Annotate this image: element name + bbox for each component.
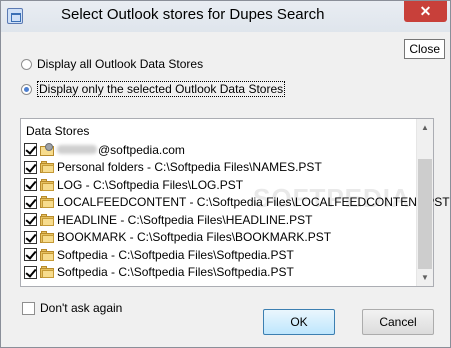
redacted-username xyxy=(57,145,97,155)
store-checkbox[interactable] xyxy=(24,213,37,227)
scroll-up-icon[interactable]: ▲ xyxy=(417,119,433,136)
folder-icon xyxy=(40,213,55,226)
close-button[interactable]: ✕ xyxy=(404,1,447,22)
data-stores-list: Data Stores SOFTPEDIA @softpedia.com Pers… xyxy=(20,118,450,287)
list-scrollbar[interactable]: ▲ ▼ xyxy=(416,119,433,286)
store-label[interactable]: Softpedia - C:\Softpedia Files\Softpedia… xyxy=(57,248,294,262)
store-list: @softpedia.com Personal folders - C:\Soft… xyxy=(24,141,450,282)
store-checkbox[interactable] xyxy=(24,230,37,244)
store-row[interactable]: BOOKMARK - C:\Softpedia Files\BOOKMARK.P… xyxy=(24,229,417,247)
store-row[interactable]: @softpedia.com xyxy=(24,141,417,159)
store-checkbox[interactable] xyxy=(24,160,37,174)
ok-button[interactable]: OK xyxy=(263,309,335,335)
folder-icon xyxy=(40,248,55,261)
store-checkbox[interactable] xyxy=(24,178,37,192)
app-icon xyxy=(7,8,23,24)
store-row[interactable]: Softpedia - C:\Softpedia Files\Softpedia… xyxy=(24,264,417,282)
store-label[interactable]: LOG - C:\Softpedia Files\LOG.PST xyxy=(57,178,243,192)
radio-selected-stores-label[interactable]: Display only the selected Outlook Data S… xyxy=(37,81,286,97)
store-label[interactable]: LOCALFEEDCONTENT - C:\Softpedia Files\LO… xyxy=(57,195,450,209)
store-label[interactable]: Personal folders - C:\Softpedia Files\NA… xyxy=(57,160,322,174)
store-label[interactable]: @softpedia.com xyxy=(98,143,185,157)
window-title: Select Outlook stores for Dupes Search xyxy=(61,6,325,23)
store-label[interactable]: HEADLINE - C:\Softpedia Files\HEADLINE.P… xyxy=(57,213,312,227)
folder-icon xyxy=(40,196,55,209)
store-label[interactable]: BOOKMARK - C:\Softpedia Files\BOOKMARK.P… xyxy=(57,230,331,244)
cancel-button[interactable]: Cancel xyxy=(362,309,434,335)
data-stores-header: Data Stores xyxy=(26,124,90,138)
store-row[interactable]: LOCALFEEDCONTENT - C:\Softpedia Files\LO… xyxy=(24,194,450,212)
store-row[interactable]: LOG - C:\Softpedia Files\LOG.PST xyxy=(24,176,417,194)
dialog-window: Select Outlook stores for Dupes Search ✕… xyxy=(0,0,451,348)
store-checkbox[interactable] xyxy=(24,248,37,262)
radio-selected-stores[interactable]: Display only the selected Outlook Data S… xyxy=(21,81,286,97)
folder-icon xyxy=(40,178,55,191)
store-checkbox[interactable] xyxy=(24,265,37,279)
folder-icon xyxy=(40,231,55,244)
close-tooltip: Close xyxy=(404,39,445,59)
dont-ask-again-checkbox[interactable] xyxy=(22,301,35,315)
store-row[interactable]: Softpedia - C:\Softpedia Files\Softpedia… xyxy=(24,246,417,264)
dont-ask-again[interactable]: Don't ask again xyxy=(22,301,122,315)
scroll-down-icon[interactable]: ▼ xyxy=(417,269,433,286)
store-label[interactable]: Softpedia - C:\Softpedia Files\Softpedia… xyxy=(57,265,294,279)
store-checkbox[interactable] xyxy=(24,195,37,209)
store-row[interactable]: HEADLINE - C:\Softpedia Files\HEADLINE.P… xyxy=(24,211,417,229)
folder-icon xyxy=(40,266,55,279)
radio-all-stores[interactable]: Display all Outlook Data Stores xyxy=(21,56,203,72)
radio-all-stores-label[interactable]: Display all Outlook Data Stores xyxy=(37,57,203,71)
folder-icon xyxy=(40,161,55,174)
mailbox-icon xyxy=(40,143,55,157)
title-bar[interactable]: Select Outlook stores for Dupes Search ✕ xyxy=(1,1,450,32)
radio-all-stores-circle[interactable] xyxy=(21,58,32,70)
scroll-thumb[interactable] xyxy=(418,159,432,269)
store-row[interactable]: Personal folders - C:\Softpedia Files\NA… xyxy=(24,159,417,177)
radio-selected-stores-circle[interactable] xyxy=(21,83,32,95)
store-checkbox[interactable] xyxy=(24,143,37,157)
dont-ask-again-label[interactable]: Don't ask again xyxy=(40,301,122,315)
